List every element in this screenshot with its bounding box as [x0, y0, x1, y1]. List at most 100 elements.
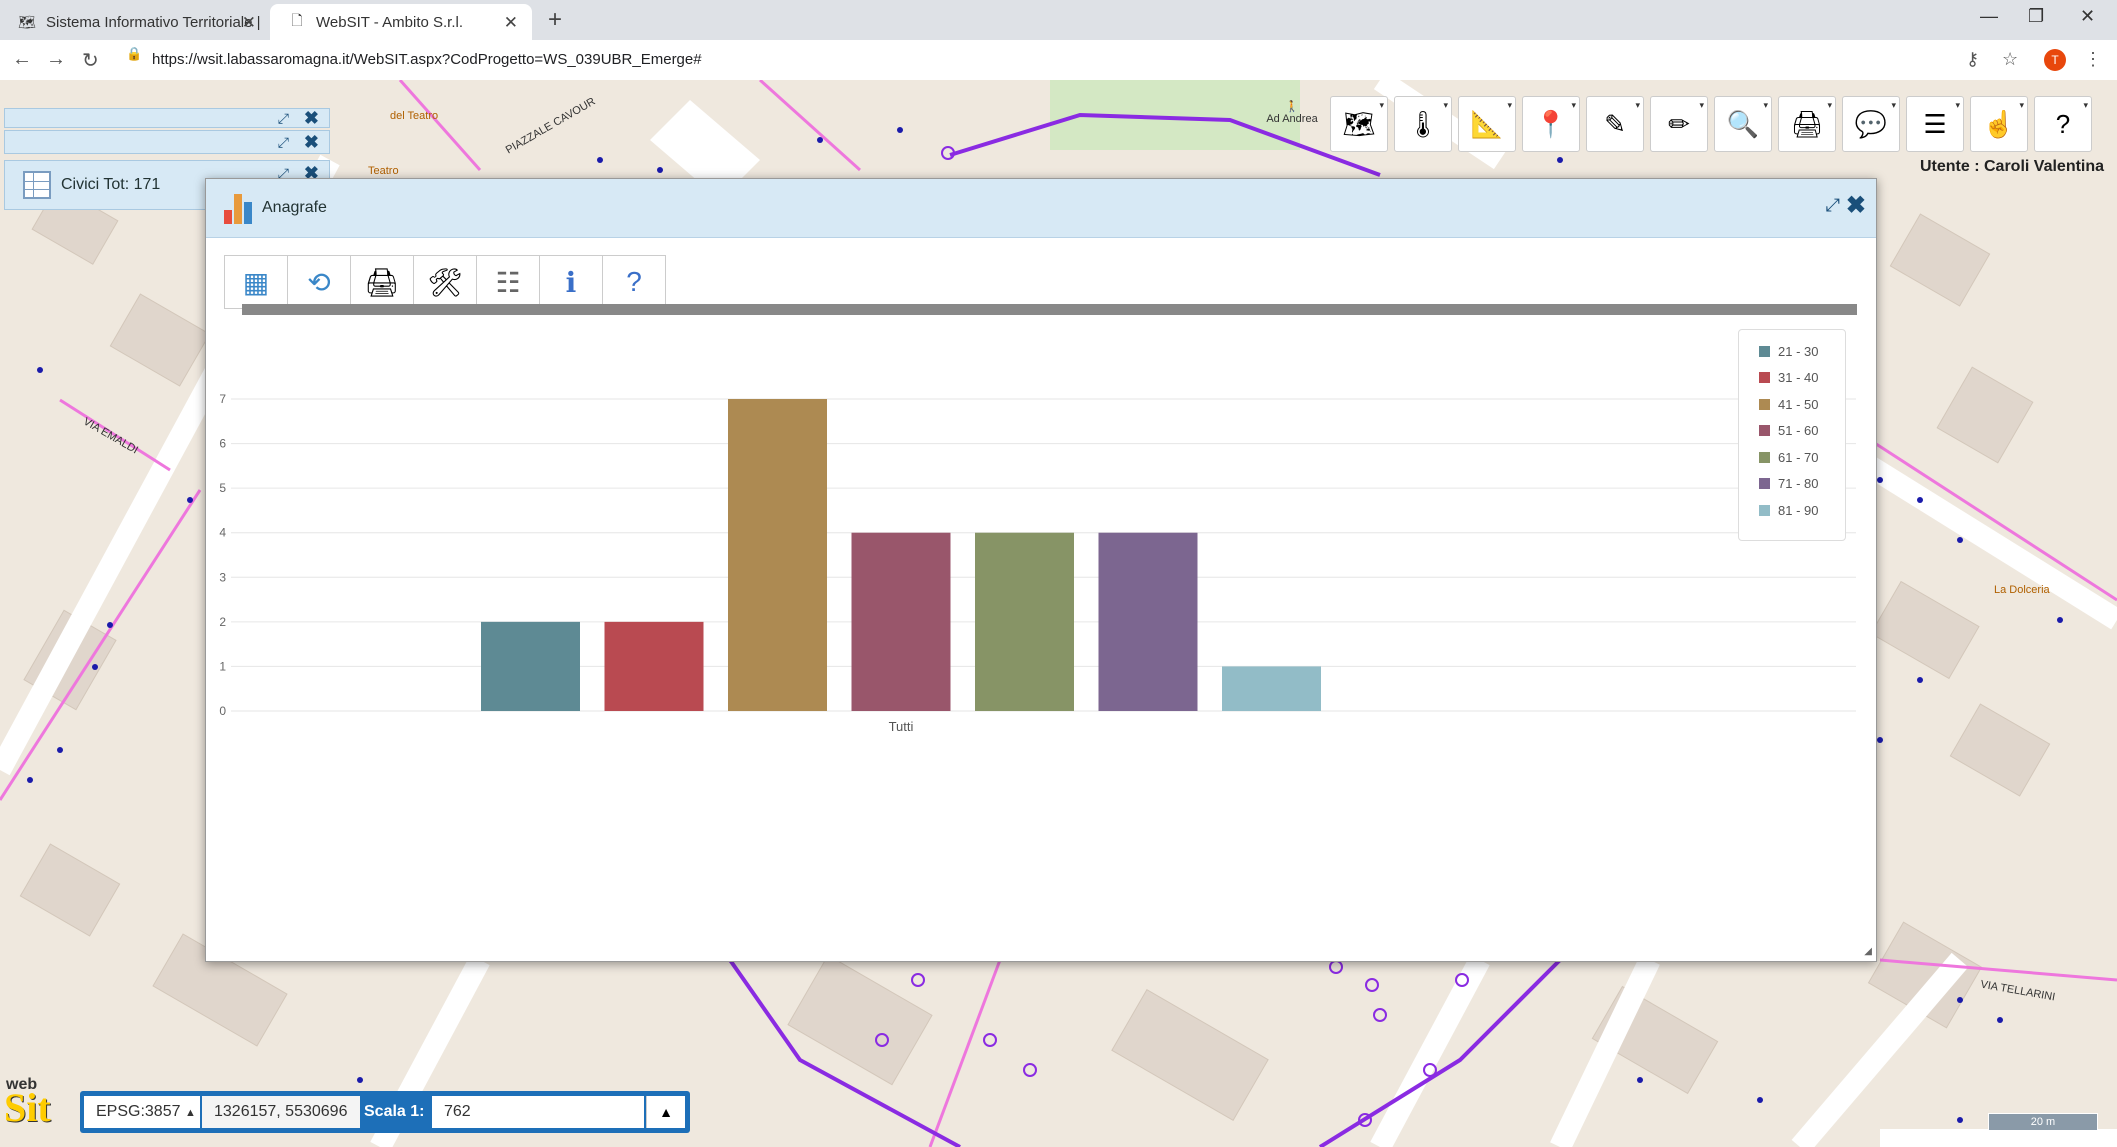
bar[interactable] — [1098, 532, 1198, 711]
bar[interactable] — [975, 532, 1074, 711]
url-text: https://wsit.labassaromagna.it/WebSIT.as… — [152, 51, 702, 68]
restore-icon[interactable]: ❐ — [2028, 6, 2044, 27]
close-window-icon[interactable]: ✕ — [2080, 6, 2095, 27]
avatar[interactable]: T — [2044, 49, 2066, 71]
key-icon[interactable]: ⚷ — [1966, 49, 1979, 70]
comment-icon[interactable]: 💬 ▾ — [1842, 96, 1900, 152]
resize-handle-icon[interactable]: ◢ — [1864, 946, 1872, 957]
settings-icon[interactable]: 🛠 — [414, 256, 477, 308]
legend-item[interactable]: 71 - 80 — [1739, 471, 1845, 498]
websit-logo: web Sit — [4, 1076, 74, 1144]
pin-icon[interactable]: ⤢ — [278, 110, 289, 127]
bar[interactable] — [604, 621, 704, 711]
epsg-select[interactable]: EPSG:3857 ▲ — [84, 1096, 200, 1128]
y-tick-label: 2 — [219, 615, 226, 629]
new-tab-icon[interactable]: + — [548, 6, 562, 34]
scale-bar: 20 m — [1988, 1113, 2098, 1131]
edit-draw-icon[interactable]: ✏ ▾ — [1650, 96, 1708, 152]
collapsed-panel[interactable]: ⤢ ✖ — [4, 108, 330, 128]
bar[interactable] — [1222, 666, 1321, 711]
chart-legend: 21 - 30 31 - 40 41 - 50 51 - 60 61 - 70 71 - … — [1738, 329, 1846, 541]
caret-up-icon[interactable]: ▲ — [646, 1096, 685, 1128]
legend-label: 21 - 30 — [1778, 343, 1819, 359]
legend-swatch — [1759, 478, 1770, 490]
caret-up-icon: ▲ — [184, 1107, 196, 1119]
legend-item[interactable]: 21 - 30 — [1739, 338, 1845, 365]
identify-icon[interactable]: ☝ ▾ — [1970, 96, 2028, 152]
coordinates-field: 1326157, 5530696 — [202, 1096, 360, 1128]
star-icon[interactable]: ☆ — [2002, 49, 2018, 70]
zoom-search-icon[interactable]: 🔍 ▾ — [1714, 96, 1772, 152]
y-tick-label: 1 — [219, 659, 226, 673]
bar[interactable] — [851, 532, 951, 711]
address-bar[interactable]: https://wsit.labassaromagna.it/WebSIT.as… — [126, 46, 1926, 74]
forward-icon[interactable]: → — [46, 48, 66, 71]
map-layers-icon[interactable]: 🗺 ▾ — [1330, 96, 1388, 152]
close-icon[interactable]: ✖ — [304, 132, 319, 153]
legend-item[interactable]: 51 - 60 — [1739, 418, 1845, 445]
y-tick-label: 0 — [219, 704, 226, 718]
pin-icon[interactable]: ⤢ — [278, 134, 289, 151]
map-toolbar: 🗺 ▾ 🌡 ▾ 📐 ▾ 📍 ▾ ✎ ▾ ✏ ▾ 🔍 ▾ 🖨 ▾ 💬 ▾ ☰ ▾ ☝ ▾ ? ▾ — [1330, 96, 2092, 152]
legend-label: 81 - 90 — [1778, 502, 1819, 518]
bar[interactable] — [728, 399, 827, 711]
pin-icon[interactable]: ⤢ — [1826, 195, 1840, 216]
marker-label: 🚶 Ad Andrea — [1262, 100, 1322, 125]
location-pin-icon[interactable]: 📍 ▾ — [1522, 96, 1580, 152]
dialog-toolbar: ▦ ⟲ 🖨 🛠 ☷ ℹ ? — [224, 255, 666, 309]
bar-chart: 0 1 2 3 4 5 6 7 Tutti — [219, 392, 1856, 734]
poi-label: del Teatro — [390, 110, 439, 122]
epsg-value: EPSG:3857 — [96, 1103, 181, 1120]
info-icon[interactable]: ℹ — [540, 256, 603, 308]
browser-tabbar: 🗺 Sistema Informativo Territoriale | ✕ 🗋… — [0, 0, 2117, 40]
legend-label: 61 - 70 — [1778, 449, 1819, 465]
legend-label: 71 - 80 — [1778, 476, 1819, 492]
legend-item[interactable]: 31 - 40 — [1739, 365, 1845, 392]
collapsed-panel[interactable]: ⤢ ✖ — [4, 130, 330, 154]
legend-label: 31 - 40 — [1778, 370, 1819, 386]
legend-item[interactable]: 81 - 90 — [1739, 497, 1845, 524]
y-tick-label: 3 — [219, 570, 226, 584]
print-icon[interactable]: 🖨 — [351, 256, 414, 308]
close-icon[interactable]: ✖ — [304, 108, 319, 129]
measure-icon[interactable]: 📐 ▾ — [1458, 96, 1516, 152]
refresh-icon[interactable]: ⟲ — [288, 256, 351, 308]
person-icon: 🚶 — [1285, 101, 1299, 113]
logo-web-text: web — [6, 1076, 38, 1093]
y-tick-label: 5 — [219, 481, 226, 495]
help-icon[interactable]: ? ▾ — [2034, 96, 2092, 152]
back-icon[interactable]: ← — [12, 48, 32, 71]
legend-swatch — [1759, 425, 1770, 437]
dialog-header[interactable]: Anagrafe ⤢ ✖ — [206, 179, 1876, 238]
legend-swatch — [1759, 504, 1770, 516]
legend-swatch — [1759, 345, 1770, 357]
user-label: Utente : Caroli Valentina — [1920, 158, 2105, 175]
reload-icon[interactable]: ↻ — [82, 48, 99, 73]
browser-navbar: ← → ↻ 🔒 https://wsit.labassaromagna.it/W… — [0, 40, 2117, 81]
status-bar: EPSG:3857 ▲ 1326157, 5530696 Scala 1: 76… — [80, 1091, 690, 1133]
y-tick-label: 4 — [219, 526, 226, 540]
help-icon[interactable]: ? — [603, 256, 665, 308]
close-icon[interactable]: ✕ — [242, 13, 256, 33]
close-icon[interactable]: ✕ — [504, 13, 518, 33]
browser-tab-active[interactable]: 🗋 WebSIT - Ambito S.r.l. ✕ — [270, 4, 532, 40]
browser-tab[interactable]: 🗺 Sistema Informativo Territoriale | ✕ — [0, 4, 270, 40]
close-icon[interactable]: ✖ — [1846, 191, 1866, 220]
legend-item[interactable]: 61 - 70 — [1739, 444, 1845, 471]
poi-label: La Dolceria — [1994, 584, 2050, 596]
layer-list-icon[interactable]: ☰ ▾ — [1906, 96, 1964, 152]
list-icon[interactable]: ☷ — [477, 256, 540, 308]
bar[interactable] — [481, 621, 580, 711]
print-icon[interactable]: 🖨 ▾ — [1778, 96, 1836, 152]
thermometer-icon[interactable]: 🌡 ▾ — [1394, 96, 1452, 152]
page-icon: 🗋 — [291, 12, 303, 28]
legend-swatch — [1759, 451, 1770, 463]
table-icon[interactable]: ▦ — [225, 256, 288, 308]
legend-item[interactable]: 41 - 50 — [1739, 391, 1845, 418]
menu-icon[interactable]: ⋮ — [2084, 49, 2102, 70]
minimize-icon[interactable]: — — [1980, 6, 1998, 27]
scale-input[interactable]: 762 — [432, 1096, 644, 1128]
y-tick-label: 6 — [219, 437, 226, 451]
scale-label: Scala 1: — [364, 1103, 425, 1120]
draw-icon[interactable]: ✎ ▾ — [1586, 96, 1644, 152]
